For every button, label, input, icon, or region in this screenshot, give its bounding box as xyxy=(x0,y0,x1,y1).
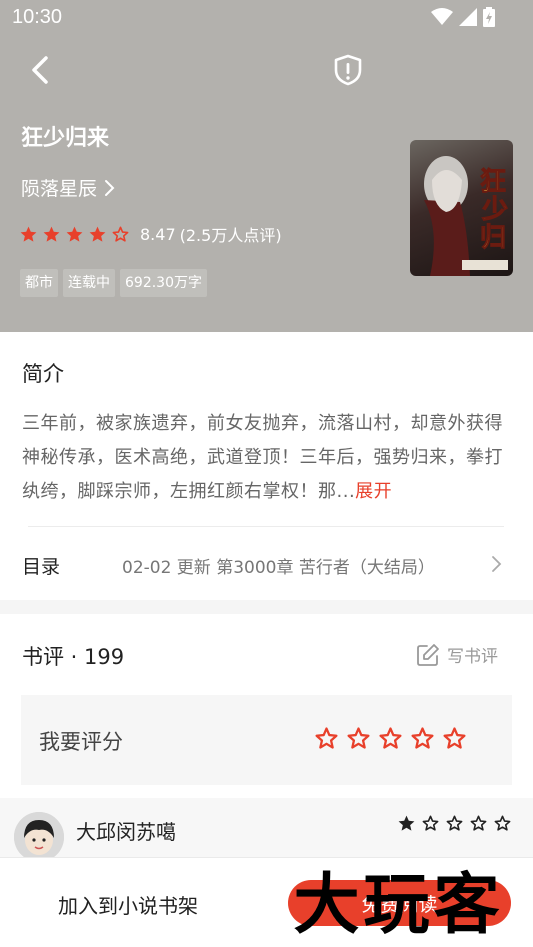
free-read-label: 免费阅读 xyxy=(361,893,438,916)
star-outline-icon xyxy=(470,815,487,831)
star-outline-icon xyxy=(112,226,129,242)
add-to-shelf-button[interactable]: 加入到小说书架 xyxy=(58,890,198,919)
reviewer-rating xyxy=(397,814,512,833)
svg-text:少: 少 xyxy=(481,195,508,225)
catalog-row[interactable]: 目录 02-02 更新 第3000章 苦行者（大结局） xyxy=(0,540,533,592)
author-name: 陨落星辰 xyxy=(21,178,98,200)
svg-text:狂: 狂 xyxy=(480,167,506,197)
star-outline-icon xyxy=(422,815,439,831)
star-filled-icon xyxy=(20,226,37,242)
tag-genre: 都市 xyxy=(20,269,58,297)
status-bar: 10:30 xyxy=(0,0,533,36)
book-tags: 都市 连载中 692.30万字 xyxy=(20,269,207,297)
catalog-latest-chapter: 02-02 更新 第3000章 苦行者（大结局） xyxy=(122,558,435,578)
intro-heading: 简介 xyxy=(22,362,64,386)
signal-icon xyxy=(459,8,477,26)
star-filled-icon xyxy=(43,226,60,242)
back-arrow-icon xyxy=(32,56,48,84)
svg-text:归: 归 xyxy=(480,223,506,253)
section-divider xyxy=(0,600,533,614)
bottom-action-bar: 加入到小说书架 免费阅读 xyxy=(0,857,533,947)
avatar xyxy=(14,812,64,862)
rating-score: 8.47 xyxy=(140,224,176,244)
shield-exclamation-icon xyxy=(334,54,362,86)
my-rating-panel: 我要评分 xyxy=(21,695,512,785)
star-outline-icon[interactable] xyxy=(314,726,339,751)
book-header: 10:30 狂少归来 陨落星辰 8.47 (2.5万人点评) 都市 连载中 69… xyxy=(0,0,533,332)
reviewer-name: 大邱闵苏噶 xyxy=(76,820,176,844)
my-rating-label: 我要评分 xyxy=(39,730,123,754)
write-review-button[interactable]: 写书评 xyxy=(416,642,498,667)
author-link[interactable]: 陨落星辰 xyxy=(21,174,115,201)
intro-body: 三年前，被家族遗弃，前女友抛弃，流落山村，却意外获得神秘传承，医术高绝，武道登顶… xyxy=(22,413,503,502)
tag-word-count: 692.30万字 xyxy=(120,269,207,297)
battery-charging-icon xyxy=(483,7,495,27)
star-filled-icon xyxy=(66,226,83,242)
status-time: 10:30 xyxy=(12,6,63,28)
star-outline-icon[interactable] xyxy=(410,726,435,751)
catalog-label: 目录 xyxy=(22,556,61,578)
free-read-button[interactable]: 免费阅读 xyxy=(288,880,511,926)
chevron-right-icon xyxy=(105,179,115,196)
star-outline-icon xyxy=(494,815,511,831)
book-title: 狂少归来 xyxy=(21,126,110,151)
my-rating-stars xyxy=(314,726,467,751)
star-filled-icon xyxy=(89,226,106,242)
star-outline-icon xyxy=(446,815,463,831)
divider xyxy=(28,526,504,527)
tag-status: 连载中 xyxy=(63,269,115,297)
report-button[interactable] xyxy=(330,50,366,90)
star-outline-icon[interactable] xyxy=(378,726,403,751)
wifi-icon xyxy=(431,8,453,25)
cover-art: 狂 少 归 xyxy=(424,156,509,276)
book-cover-image[interactable]: 狂 少 归 xyxy=(410,140,513,276)
expand-link[interactable]: 展开 xyxy=(355,481,392,502)
chevron-right-icon xyxy=(492,556,502,572)
reviews-heading: 书评 · 199 xyxy=(22,645,125,669)
star-outline-icon[interactable] xyxy=(442,726,467,751)
review-item[interactable]: 大邱闵苏噶 xyxy=(0,798,533,862)
star-outline-icon[interactable] xyxy=(346,726,371,751)
write-review-label: 写书评 xyxy=(447,647,498,667)
edit-icon xyxy=(417,643,439,666)
avatar-image xyxy=(14,812,64,862)
intro-text: 三年前，被家族遗弃，前女友抛弃，流落山村，却意外获得神秘传承，医术高绝，武道登顶… xyxy=(22,407,514,509)
status-icons xyxy=(431,7,495,27)
star-filled-icon xyxy=(398,815,415,831)
book-rating: 8.47 (2.5万人点评) xyxy=(19,222,282,246)
rating-count: (2.5万人点评) xyxy=(179,226,282,245)
back-button[interactable] xyxy=(22,50,58,90)
